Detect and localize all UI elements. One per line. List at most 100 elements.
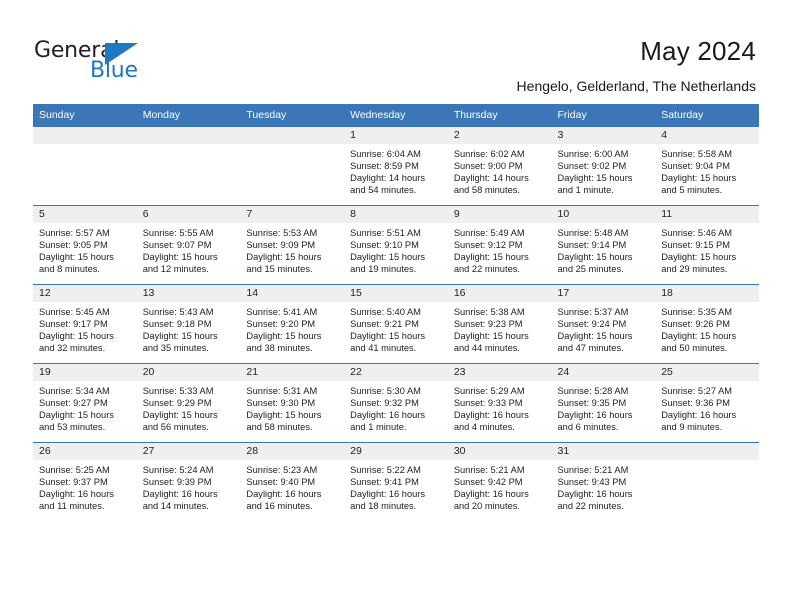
day-detail-sunset: Sunset: 8:59 PM [350,161,419,172]
calendar-day-cell[interactable]: 4 Sunrise: 5:58 AM Sunset: 9:04 PM Daylight… [655,127,759,206]
day-detail-daylight1: Daylight: 15 hours [557,331,633,342]
day-detail-daylight1: Daylight: 15 hours [142,410,218,421]
day-number [136,127,241,144]
sunrise-sunset-calendar-table: Sunday Monday Tuesday Wednesday Thursday… [33,104,759,521]
calendar-day-cell[interactable]: 7 Sunrise: 5:53 AM Sunset: 9:09 PM Daylight… [240,205,345,285]
day-detail-sunrise: Sunrise: 5:29 AM [453,386,525,396]
day-detail-sunrise: Sunrise: 5:23 AM [246,465,318,475]
calendar-day-cell[interactable]: 12 Sunrise: 5:45 AM Sunset: 9:17 PM Dayligh… [33,284,137,364]
calendar-day-cell[interactable]: 3 Sunrise: 6:00 AM Sunset: 9:02 PM Daylight… [551,127,656,206]
calendar-day-cell[interactable]: 17 Sunrise: 5:37 AM Sunset: 9:24 PM Dayligh… [551,284,656,364]
day-detail-daylight2: and 58 minutes. [246,422,313,433]
calendar-day-cell[interactable]: 11 Sunrise: 5:46 AM Sunset: 9:15 PM Dayligh… [655,205,759,285]
calendar-day-cell[interactable]: 14 Sunrise: 5:41 AM Sunset: 9:20 PM Dayligh… [240,284,345,364]
calendar-day-cell[interactable]: 23 Sunrise: 5:29 AM Sunset: 9:33 PM Dayligh… [447,363,552,443]
calendar-day-cell[interactable]: 22 Sunrise: 5:30 AM Sunset: 9:32 PM Dayligh… [344,363,448,443]
day-detail-daylight1: Daylight: 15 hours [350,252,426,263]
day-number: 2 [447,127,552,144]
calendar-day-cell[interactable]: 28 Sunrise: 5:23 AM Sunset: 9:40 PM Dayligh… [240,442,345,521]
day-detail-daylight1: Daylight: 15 hours [39,252,114,263]
calendar-day-cell[interactable]: 21 Sunrise: 5:31 AM Sunset: 9:30 PM Dayligh… [240,363,345,443]
calendar-day-cell[interactable]: 15 Sunrise: 5:40 AM Sunset: 9:21 PM Dayligh… [344,284,448,364]
day-detail-sunset: Sunset: 9:32 PM [350,398,419,409]
weekday-header-tuesday: Tuesday [240,104,345,127]
calendar-day-cell[interactable]: 13 Sunrise: 5:43 AM Sunset: 9:18 PM Dayligh… [136,284,241,364]
day-detail: Sunrise: 5:35 AM Sunset: 9:26 PM Daylight:… [655,302,759,354]
calendar-day-cell[interactable]: 31 Sunrise: 5:21 AM Sunset: 9:43 PM Dayligh… [551,442,656,521]
day-detail-daylight2: and 15 minutes. [246,264,313,275]
day-detail-daylight2: and 4 minutes. [453,422,515,433]
calendar-day-cell[interactable]: 20 Sunrise: 5:33 AM Sunset: 9:29 PM Dayligh… [136,363,241,443]
day-detail-sunrise: Sunrise: 5:40 AM [350,307,421,317]
day-detail-sunrise: Sunrise: 6:02 AM [453,149,525,159]
calendar-day-cell[interactable]: 26 Sunrise: 5:25 AM Sunset: 9:37 PM Dayligh… [33,442,137,521]
day-detail-sunrise: Sunrise: 5:27 AM [661,386,733,396]
day-detail-daylight1: Daylight: 16 hours [453,410,529,421]
day-detail-daylight2: and 53 minutes. [39,422,106,433]
day-number: 22 [344,364,448,381]
day-number: 24 [551,364,656,381]
day-detail-daylight1: Daylight: 14 hours [350,173,426,184]
calendar-day-cell[interactable]: 30 Sunrise: 5:21 AM Sunset: 9:42 PM Dayligh… [447,442,552,521]
day-number: 26 [33,443,137,460]
day-number: 6 [136,206,241,223]
day-detail-sunset: Sunset: 9:39 PM [142,477,212,488]
day-detail-daylight2: and 54 minutes. [350,185,417,196]
day-detail-sunset: Sunset: 9:18 PM [142,319,212,330]
calendar-day-cell[interactable]: 16 Sunrise: 5:38 AM Sunset: 9:23 PM Dayligh… [447,284,552,364]
day-detail-daylight2: and 38 minutes. [246,343,313,354]
calendar-day-cell[interactable]: 1 Sunrise: 6:04 AM Sunset: 8:59 PM Daylight… [344,127,448,206]
day-detail-sunrise: Sunrise: 6:04 AM [350,149,421,159]
day-detail-daylight2: and 20 minutes. [453,501,520,512]
calendar-day-cell[interactable]: 19 Sunrise: 5:34 AM Sunset: 9:27 PM Dayligh… [33,363,137,443]
day-detail-daylight1: Daylight: 15 hours [142,331,218,342]
calendar-day-cell[interactable]: 27 Sunrise: 5:24 AM Sunset: 9:39 PM Dayligh… [136,442,241,521]
day-detail-sunset: Sunset: 9:10 PM [350,240,419,251]
day-number: 14 [240,285,345,302]
day-number [240,127,345,144]
day-detail-sunrise: Sunrise: 5:28 AM [557,386,629,396]
day-detail-sunset: Sunset: 9:29 PM [142,398,212,409]
day-detail-sunset: Sunset: 9:17 PM [39,319,108,330]
day-detail-daylight1: Daylight: 15 hours [661,173,737,184]
calendar-day-cell[interactable]: 9 Sunrise: 5:49 AM Sunset: 9:12 PM Daylight… [447,205,552,285]
calendar-day-cell-empty [136,127,241,206]
day-detail-daylight2: and 22 minutes. [453,264,520,275]
page-title: May 2024 [640,36,756,66]
day-detail-sunrise: Sunrise: 5:24 AM [142,465,214,475]
day-detail-sunrise: Sunrise: 5:35 AM [661,307,733,317]
day-detail-daylight2: and 5 minutes. [661,185,723,196]
calendar-day-cell[interactable]: 25 Sunrise: 5:27 AM Sunset: 9:36 PM Dayligh… [655,363,759,443]
calendar-header-row: Sunday Monday Tuesday Wednesday Thursday… [33,104,759,127]
day-detail: Sunrise: 5:55 AM Sunset: 9:07 PM Daylight:… [137,223,241,275]
day-detail-sunset: Sunset: 9:04 PM [661,161,730,172]
day-detail-daylight2: and 44 minutes. [453,343,520,354]
day-detail-daylight1: Daylight: 16 hours [453,489,529,500]
day-detail: Sunrise: 5:37 AM Sunset: 9:24 PM Daylight:… [552,302,656,354]
day-detail-sunset: Sunset: 9:15 PM [661,240,730,251]
day-number: 30 [447,443,552,460]
day-detail-sunrise: Sunrise: 5:49 AM [453,228,525,238]
day-detail-sunrise: Sunrise: 5:53 AM [246,228,318,238]
calendar-day-cell[interactable]: 2 Sunrise: 6:02 AM Sunset: 9:00 PM Daylight… [447,127,552,206]
calendar-day-cell[interactable]: 18 Sunrise: 5:35 AM Sunset: 9:26 PM Dayligh… [655,284,759,364]
calendar-day-cell[interactable]: 5 Sunrise: 5:57 AM Sunset: 9:05 PM Daylight… [33,205,137,285]
calendar-day-cell[interactable]: 6 Sunrise: 5:55 AM Sunset: 9:07 PM Daylight… [136,205,241,285]
day-detail-sunrise: Sunrise: 5:25 AM [39,465,110,475]
calendar-day-cell[interactable]: 29 Sunrise: 5:22 AM Sunset: 9:41 PM Dayligh… [344,442,448,521]
calendar-day-cell[interactable]: 24 Sunrise: 5:28 AM Sunset: 9:35 PM Dayligh… [551,363,656,443]
day-detail-sunrise: Sunrise: 5:43 AM [142,307,214,317]
day-detail-sunset: Sunset: 9:35 PM [557,398,627,409]
calendar-day-cell[interactable]: 10 Sunrise: 5:48 AM Sunset: 9:14 PM Dayligh… [551,205,656,285]
day-detail-daylight2: and 47 minutes. [557,343,624,354]
day-number: 1 [344,127,448,144]
day-detail-sunrise: Sunrise: 5:30 AM [350,386,421,396]
day-detail-daylight1: Daylight: 15 hours [39,410,114,421]
day-detail-sunset: Sunset: 9:07 PM [142,240,212,251]
day-number: 20 [136,364,241,381]
calendar-day-cell[interactable]: 8 Sunrise: 5:51 AM Sunset: 9:10 PM Daylight… [344,205,448,285]
day-detail: Sunrise: 5:31 AM Sunset: 9:30 PM Daylight:… [240,381,344,433]
day-detail: Sunrise: 5:46 AM Sunset: 9:15 PM Daylight:… [655,223,759,275]
day-number: 7 [240,206,345,223]
day-number: 17 [551,285,656,302]
